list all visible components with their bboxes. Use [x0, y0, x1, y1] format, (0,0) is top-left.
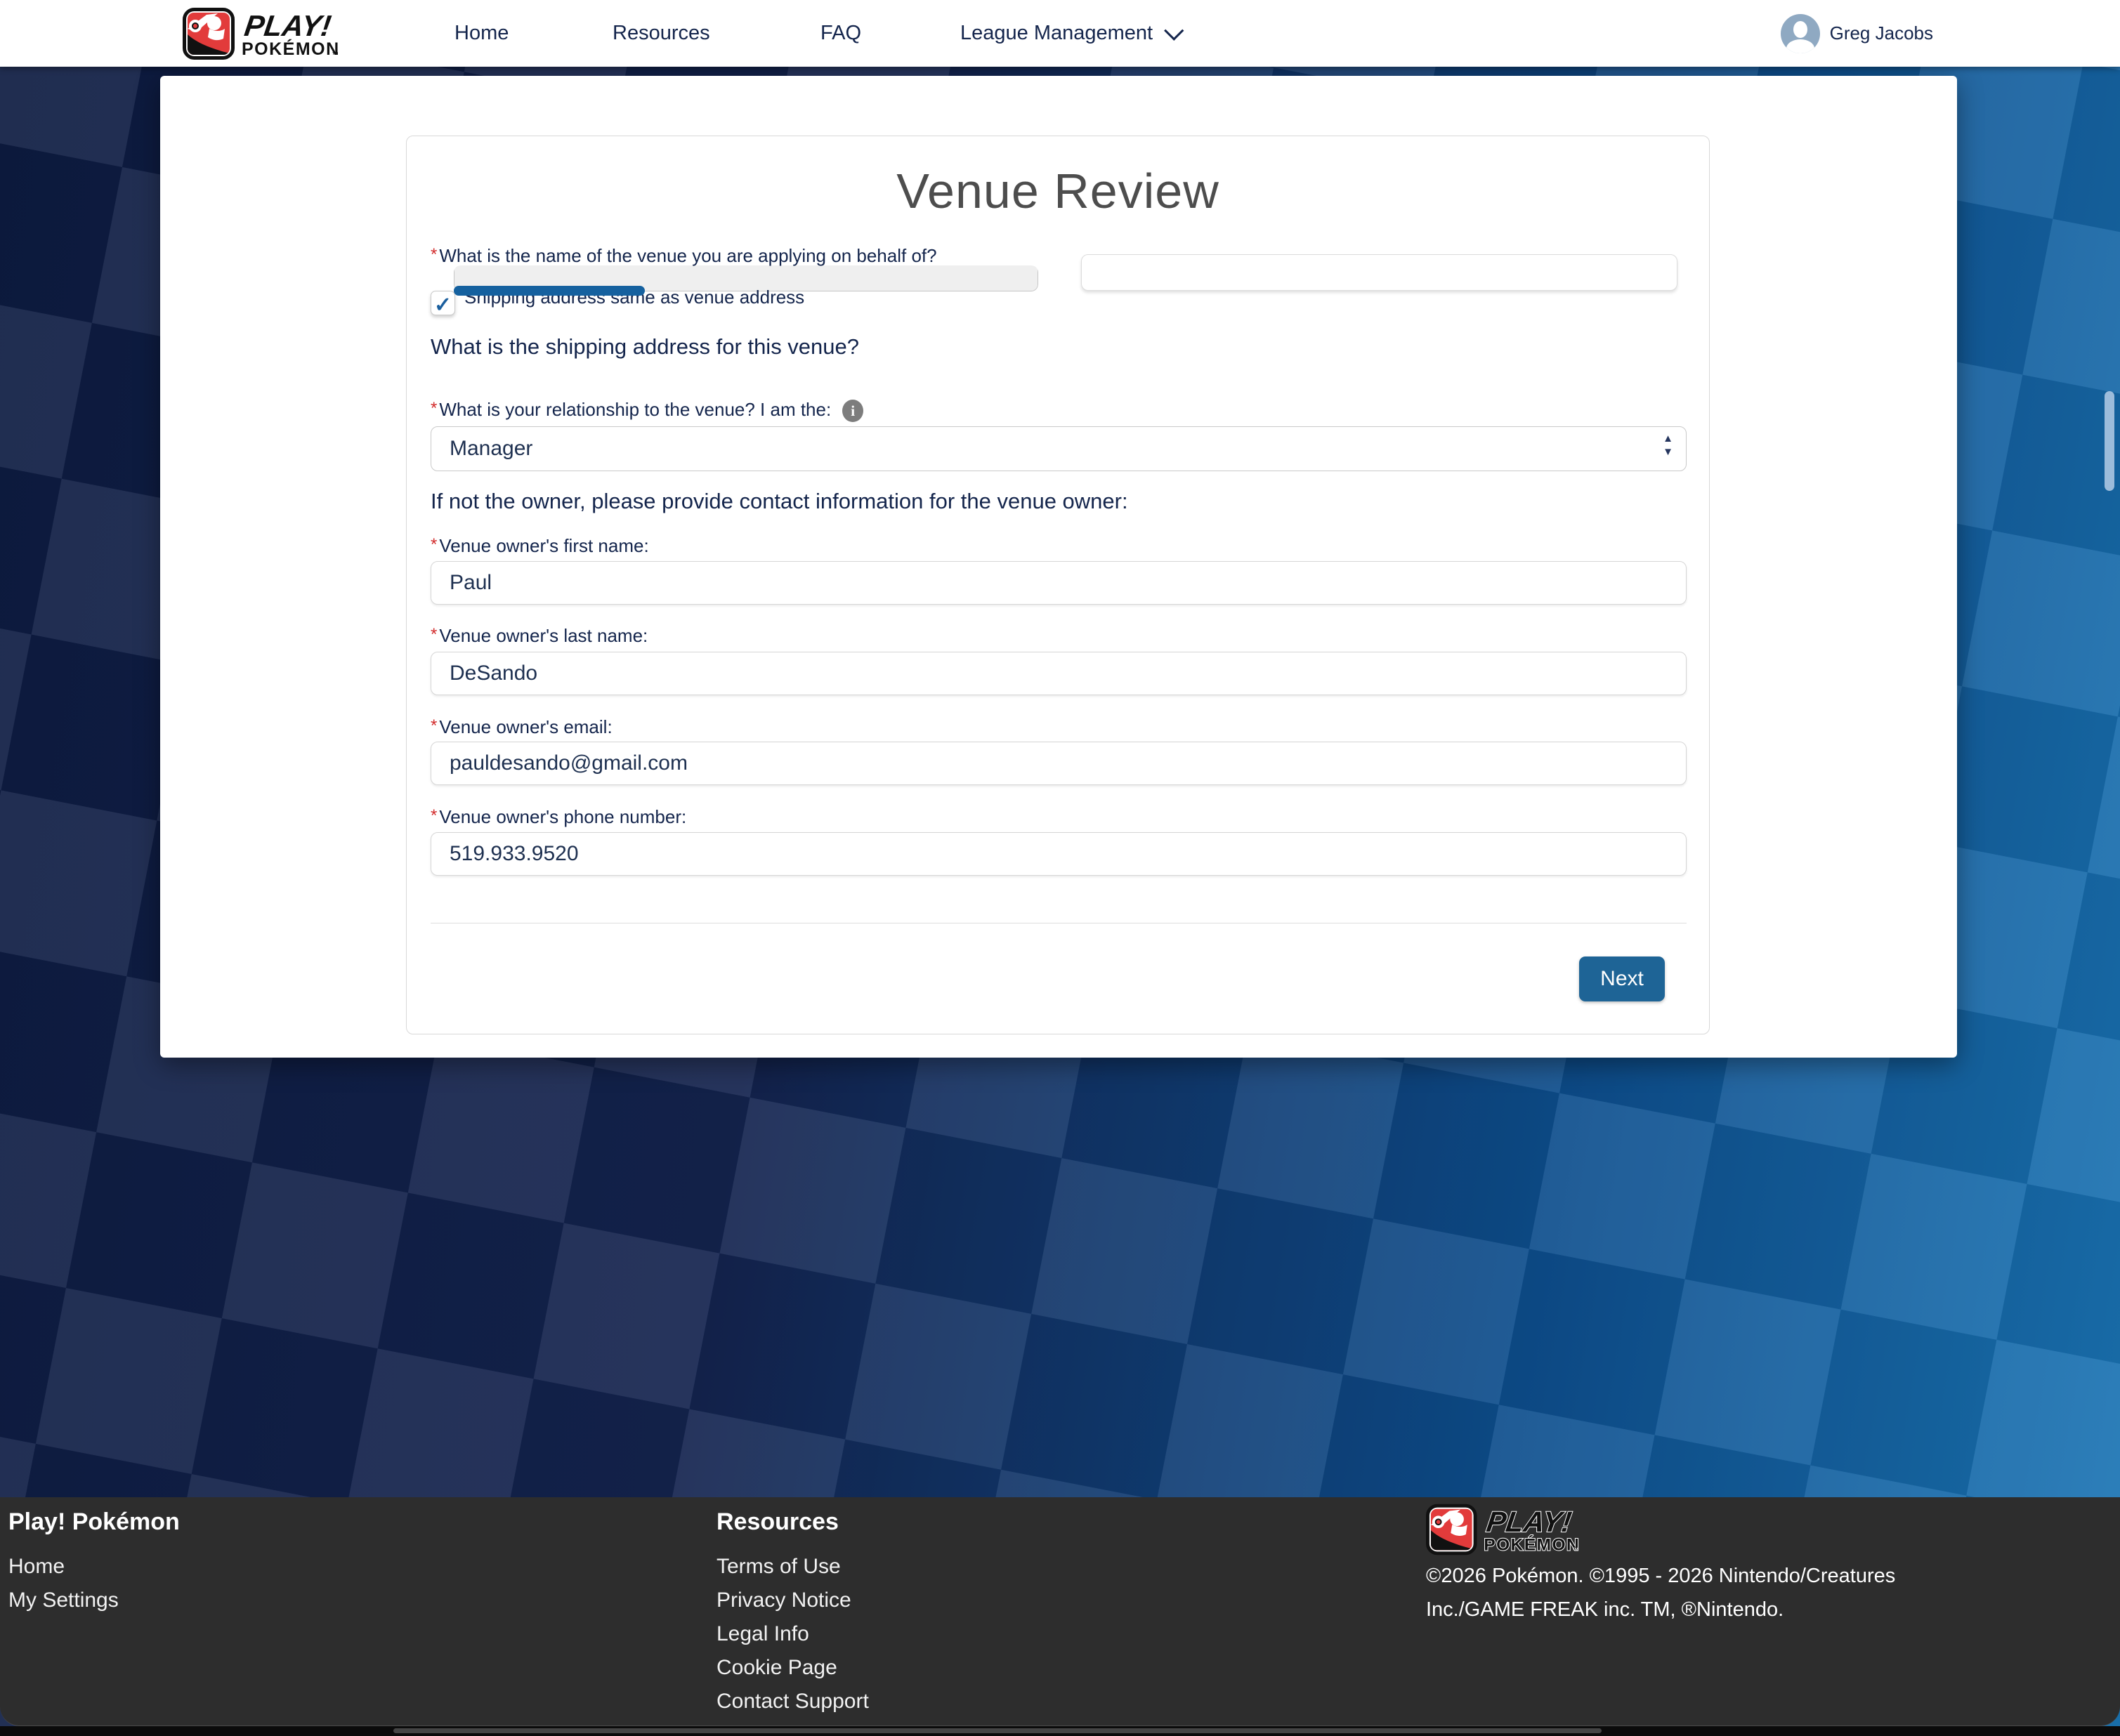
page-root: PLAY! POKÉMON ™ Home Resources FAQ Leagu… — [0, 0, 2120, 1736]
required-asterisk: * — [431, 399, 437, 418]
footer-link-contact-support[interactable]: Contact Support — [717, 1690, 869, 1714]
brand-tm-mark: ™ — [332, 51, 339, 59]
owner-phone-input[interactable] — [431, 832, 1687, 876]
venue-name-label: *What is the name of the venue you are a… — [431, 245, 937, 267]
nav-item-faq[interactable]: FAQ — [820, 0, 861, 67]
info-icon[interactable]: i — [842, 400, 863, 422]
owner-email-label-text: Venue owner's email: — [439, 716, 612, 737]
shipping-question-heading: What is the shipping address for this ve… — [431, 334, 859, 360]
page-title: Venue Review — [407, 163, 1709, 219]
owner-email-input[interactable] — [431, 742, 1687, 785]
footer-link-my-settings[interactable]: My Settings — [8, 1589, 119, 1612]
relationship-label-text: What is your relationship to the venue? … — [439, 399, 831, 420]
play-pokemon-logo[interactable]: PLAY! POKÉMON ™ — [183, 8, 393, 60]
relationship-select[interactable]: Manager ▲ ▼ — [431, 426, 1687, 471]
brand-play-text: PLAY! — [242, 9, 333, 42]
required-asterisk: * — [431, 806, 437, 825]
owner-last-name-label: *Venue owner's last name: — [431, 625, 648, 647]
input-focus-bar — [454, 286, 645, 296]
required-asterisk: * — [431, 245, 437, 264]
footer-link-cookie-page[interactable]: Cookie Page — [717, 1656, 837, 1680]
footer-link-terms-of-use[interactable]: Terms of Use — [717, 1555, 841, 1579]
nav-item-league-management-label: League Management — [960, 22, 1153, 44]
owner-last-name-label-text: Venue owner's last name: — [439, 625, 648, 646]
owner-first-name-label-text: Venue owner's first name: — [439, 535, 648, 556]
required-asterisk: * — [431, 625, 437, 644]
brand-pokemon-text: POKÉMON — [242, 39, 340, 59]
relationship-label: *What is your relationship to the venue?… — [431, 399, 863, 422]
horizontal-scrollbar-thumb[interactable] — [393, 1728, 1602, 1733]
required-asterisk: * — [431, 535, 437, 554]
footer-link-home[interactable]: Home — [8, 1555, 65, 1579]
owner-phone-label-text: Venue owner's phone number: — [439, 806, 686, 827]
user-name: Greg Jacobs — [1830, 22, 1933, 44]
checkmark-icon: ✓ — [434, 294, 452, 317]
nav-item-home[interactable]: Home — [454, 0, 509, 67]
owner-email-label: *Venue owner's email: — [431, 716, 613, 738]
nav-item-league-management[interactable]: League Management — [960, 0, 1178, 67]
owner-phone-label: *Venue owner's phone number: — [431, 806, 686, 828]
footer-play-pokemon-logo: PLAY! POKÉMON ™ — [1426, 1501, 1632, 1558]
vertical-scrollbar-thumb[interactable] — [2105, 391, 2114, 491]
owner-first-name-input[interactable] — [431, 561, 1687, 605]
venue-name-label-text: What is the name of the venue you are ap… — [439, 245, 936, 266]
shipping-same-checkbox[interactable]: ✓ — [431, 291, 455, 315]
venue-name-secondary-input[interactable] — [1081, 254, 1677, 291]
spinner-up-icon[interactable]: ▲ — [1663, 433, 1673, 444]
top-navbar: PLAY! POKÉMON ™ Home Resources FAQ Leagu… — [0, 0, 2120, 67]
footer-link-privacy-notice[interactable]: Privacy Notice — [717, 1589, 851, 1612]
venue-review-card: Venue Review *What is the name of the ve… — [406, 136, 1710, 1034]
user-menu[interactable]: Greg Jacobs — [1781, 0, 1933, 67]
brand-play-text: PLAY! — [1484, 1506, 1573, 1538]
page-footer: Play! Pokémon Home My Settings Resources… — [0, 1497, 2120, 1726]
select-spinner: ▲ ▼ — [1663, 433, 1673, 457]
brand-tm-mark: ™ — [1572, 1546, 1579, 1554]
footer-copyright: ©2026 Pokémon. ©1995 - 2026 Nintendo/Cre… — [1426, 1559, 1918, 1626]
brand-pokemon-text: POKÉMON — [1484, 1534, 1580, 1554]
footer-play-heading: Play! Pokémon — [8, 1508, 180, 1536]
chevron-down-icon — [1164, 21, 1184, 41]
required-asterisk: * — [431, 716, 437, 735]
spinner-down-icon[interactable]: ▼ — [1663, 447, 1673, 457]
relationship-selected-value: Manager — [450, 427, 532, 471]
footer-resources-heading: Resources — [717, 1508, 839, 1536]
footer-link-legal-info[interactable]: Legal Info — [717, 1622, 809, 1646]
owner-last-name-input[interactable] — [431, 652, 1687, 695]
owner-first-name-label: *Venue owner's first name: — [431, 535, 649, 557]
nav-item-resources[interactable]: Resources — [613, 0, 710, 67]
next-button[interactable]: Next — [1579, 956, 1665, 1001]
user-avatar-icon — [1781, 14, 1820, 53]
owner-info-heading: If not the owner, please provide contact… — [431, 489, 1128, 514]
